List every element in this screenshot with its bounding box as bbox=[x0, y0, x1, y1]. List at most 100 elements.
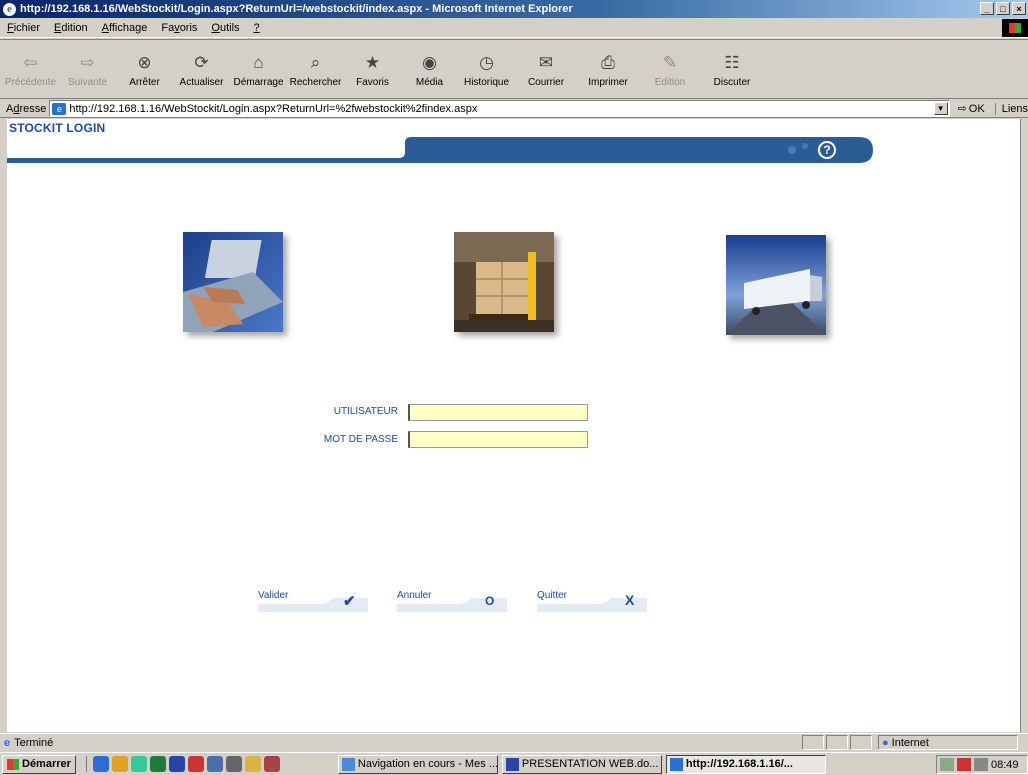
menu-outils[interactable]: Outils bbox=[204, 22, 246, 34]
toolbar-refresh-button[interactable]: ⟳ Actualiser bbox=[173, 40, 230, 96]
acrobat-quicklaunch-icon[interactable] bbox=[187, 756, 204, 772]
clock: 08:49 bbox=[991, 758, 1019, 771]
search-icon: ⌕ bbox=[310, 53, 321, 72]
taskbar: Démarrer Navigation en cours - Mes ... P… bbox=[0, 752, 1028, 775]
toolbar-label: Démarrage bbox=[233, 77, 284, 88]
address-input[interactable]: e http://192.168.1.16/WebStockit/Login.a… bbox=[49, 100, 950, 117]
app-quicklaunch-icon[interactable] bbox=[263, 756, 280, 772]
task-browser[interactable]: http://192.168.1.16/... bbox=[665, 754, 826, 774]
start-button[interactable]: Démarrer bbox=[2, 754, 76, 774]
toolbar-edit-button: ✎ Edition bbox=[639, 40, 701, 96]
toolbar-print-button[interactable]: ⎙ Imprimer bbox=[577, 40, 639, 96]
word-quicklaunch-icon[interactable] bbox=[168, 756, 185, 772]
vertical-scrollbar[interactable] bbox=[1020, 119, 1028, 732]
windows-flag-icon bbox=[1002, 19, 1028, 37]
camera-quicklaunch-icon[interactable] bbox=[225, 756, 242, 772]
refresh-icon: ⟳ bbox=[194, 53, 209, 72]
close-button[interactable]: × bbox=[1012, 2, 1026, 15]
address-dropdown-icon[interactable]: ▼ bbox=[933, 102, 948, 115]
status-cell bbox=[850, 735, 872, 750]
page-title: STOCKIT LOGIN bbox=[9, 121, 106, 135]
links-button[interactable]: Liens bbox=[994, 102, 1028, 115]
toolbar-label: Suivante bbox=[68, 77, 107, 88]
toolbar-label: Courrier bbox=[527, 77, 565, 88]
window-title: http://192.168.1.16/WebStockit/Login.asp… bbox=[20, 3, 573, 15]
help-icon[interactable]: ? bbox=[818, 141, 836, 159]
toolbar-label: Imprimer bbox=[588, 77, 628, 88]
go-arrow-icon: ⇨ bbox=[957, 103, 967, 115]
cancel-button[interactable]: Annuler O bbox=[397, 590, 507, 612]
print-icon: ⎙ bbox=[601, 53, 615, 72]
menu-affichage[interactable]: Affichage bbox=[95, 22, 155, 34]
validate-button[interactable]: Valider ✔ bbox=[258, 590, 368, 612]
history-icon: ◷ bbox=[479, 53, 494, 72]
status-bar: e Terminé ● Internet bbox=[0, 733, 1028, 751]
outlook-quicklaunch-icon[interactable] bbox=[111, 756, 128, 772]
toolbar-label: Précédente bbox=[4, 77, 57, 88]
toolbar-label: Favoris bbox=[356, 77, 389, 88]
desktop-quicklaunch-icon[interactable] bbox=[206, 756, 223, 772]
mail-icon: ✉ bbox=[538, 53, 554, 72]
back-arrow-icon: ⇦ bbox=[23, 53, 38, 72]
tray-network-icon[interactable] bbox=[940, 758, 954, 771]
toolbar-forward-arrow-button: ⇨ Suivante bbox=[59, 40, 116, 96]
checkmark-icon: ✔ bbox=[343, 593, 356, 610]
page-icon: e bbox=[52, 102, 67, 115]
quick-launch bbox=[85, 756, 280, 772]
task-presentation[interactable]: PRESENTATION WEB.do... bbox=[501, 754, 662, 774]
stop-icon: ⊗ bbox=[137, 53, 152, 72]
menu-favoris[interactable]: Favoris bbox=[154, 22, 204, 34]
reset-circle-icon: O bbox=[485, 594, 495, 608]
toolbar-label: Discuter bbox=[713, 77, 751, 88]
folder-quicklaunch-icon[interactable] bbox=[244, 756, 261, 772]
toolbar-back-arrow-button: ⇦ Précédente bbox=[2, 40, 59, 96]
tray-antivirus-icon[interactable] bbox=[957, 758, 971, 771]
status-cell bbox=[802, 735, 824, 750]
toolbar-search-button[interactable]: ⌕ Rechercher bbox=[287, 40, 344, 96]
toolbar-stop-button[interactable]: ⊗ Arrêter bbox=[116, 40, 173, 96]
system-tray: 08:49 bbox=[936, 755, 1028, 774]
password-input[interactable] bbox=[408, 431, 588, 448]
explorer-icon bbox=[341, 757, 355, 771]
standard-toolbar: ⇦ Précédente ⇨ Suivante ⊗ Arrêter ⟳ Actualiser ⌂… bbox=[0, 39, 1028, 99]
close-x-icon: X bbox=[625, 592, 635, 608]
home-icon: ⌂ bbox=[253, 53, 264, 72]
excel-quicklaunch-icon[interactable] bbox=[149, 756, 166, 772]
tray-volume-icon[interactable] bbox=[974, 758, 988, 771]
globe-icon: ● bbox=[882, 736, 889, 749]
minimize-button[interactable]: _ bbox=[980, 2, 994, 15]
toolbar-label: Edition bbox=[654, 77, 686, 88]
address-label: Adresse bbox=[6, 102, 47, 115]
ie-logo-icon: e bbox=[3, 2, 16, 16]
address-bar: Adresse e http://192.168.1.16/WebStockit… bbox=[0, 100, 1028, 118]
toolbar-mail-button[interactable]: ✉ Courrier bbox=[515, 40, 577, 96]
toolbar-label: Média bbox=[415, 77, 444, 88]
header-banner bbox=[7, 137, 873, 163]
truck-photo bbox=[726, 235, 826, 335]
toolbar-label: Actualiser bbox=[179, 77, 224, 88]
toolbar-history-button[interactable]: ◷ Historique bbox=[458, 40, 515, 96]
toolbar-media-button[interactable]: ◉ Média bbox=[401, 40, 458, 96]
media-quicklaunch-icon[interactable] bbox=[130, 756, 147, 772]
menu-fichier[interactable]: Fichier bbox=[0, 22, 47, 34]
toolbar-discuss-button[interactable]: ☷ Discuter bbox=[701, 40, 763, 96]
toolbar-favorites-button[interactable]: ★ Favoris bbox=[344, 40, 401, 96]
maximize-button[interactable]: □ bbox=[996, 2, 1010, 15]
username-input[interactable] bbox=[408, 404, 588, 421]
quit-button[interactable]: Quitter X bbox=[537, 590, 647, 612]
windows-flag-icon bbox=[7, 758, 19, 770]
window-controls: _ □ × bbox=[980, 2, 1026, 15]
page-done-icon: e bbox=[4, 736, 11, 749]
menu-help[interactable]: ? bbox=[247, 22, 267, 34]
favorites-icon: ★ bbox=[364, 53, 381, 72]
title-bar[interactable]: e http://192.168.1.16/WebStockit/Login.a… bbox=[0, 0, 1028, 18]
status-cell bbox=[826, 735, 848, 750]
go-button[interactable]: ⇨ OK bbox=[957, 102, 985, 116]
task-navigation[interactable]: Navigation en cours - Mes ... bbox=[337, 754, 498, 774]
address-url: http://192.168.1.16/WebStockit/Login.asp… bbox=[69, 102, 478, 115]
security-zone: ● Internet bbox=[878, 735, 1018, 750]
menu-edition[interactable]: Edition bbox=[47, 22, 95, 34]
ie-quicklaunch-icon[interactable] bbox=[92, 756, 109, 772]
media-icon: ◉ bbox=[422, 53, 437, 72]
toolbar-home-button[interactable]: ⌂ Démarrage bbox=[230, 40, 287, 96]
